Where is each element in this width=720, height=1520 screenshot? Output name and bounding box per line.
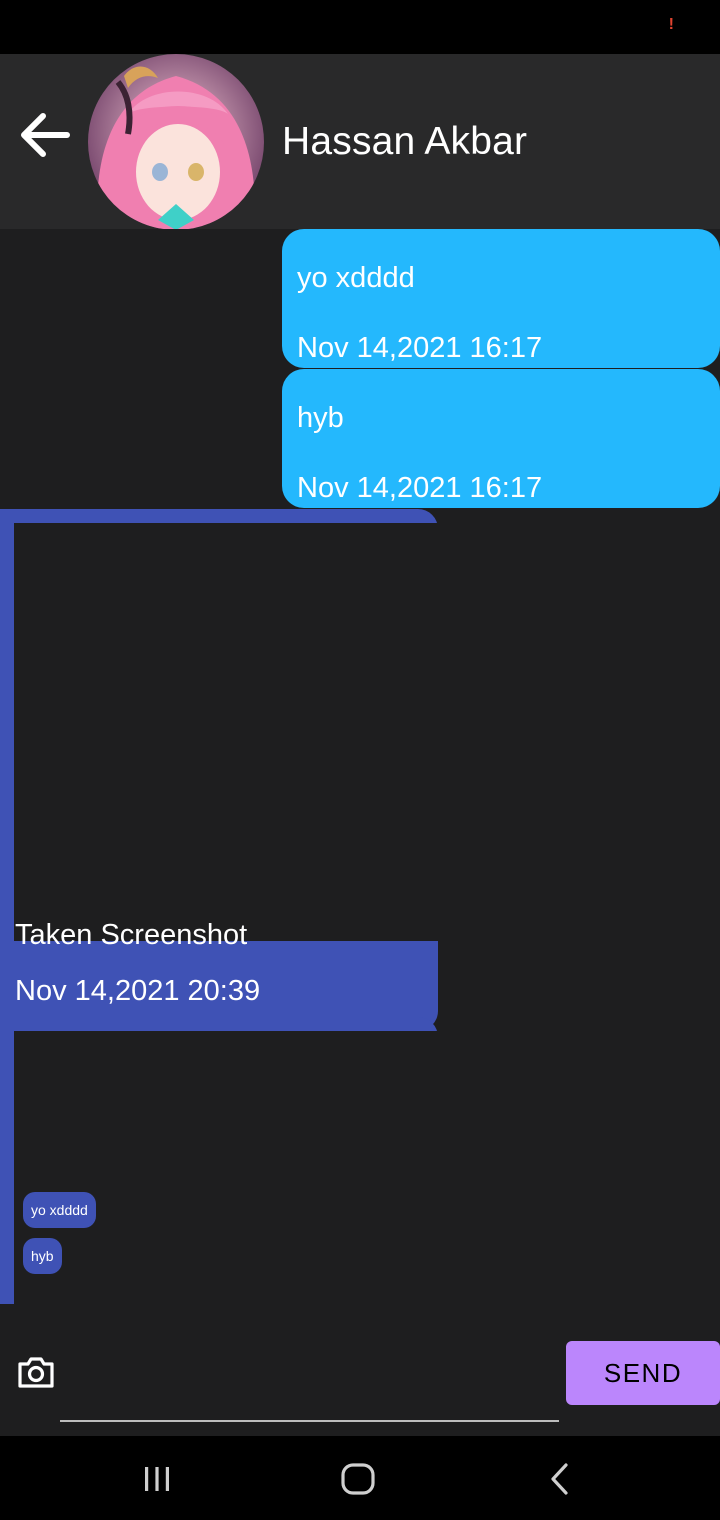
message-composer: SEND [0,1304,720,1436]
status-bar: ! [0,0,720,54]
recents-button[interactable] [127,1454,187,1504]
image-preview[interactable]: yo xdddd hyb [14,1031,438,1304]
contact-name: Hassan Akbar [282,120,528,163]
message-timestamp: Nov 14,2021 20:39 [15,975,261,1007]
outgoing-message[interactable]: hyb Nov 14,2021 16:17 [282,369,720,508]
image-preview[interactable] [14,523,438,941]
home-button[interactable] [328,1454,388,1504]
incoming-image-message[interactable]: Taken Screenshot Nov 14,2021 20:39 [0,509,438,1031]
nav-back-button[interactable] [530,1454,590,1504]
camera-button[interactable] [14,1350,58,1394]
message-text: yo xdddd [297,262,415,294]
avatar-image [88,54,264,230]
camera-icon [18,1357,54,1388]
preview-chip: yo xdddd [23,1192,96,1228]
system-nav-bar [0,1436,720,1520]
message-input[interactable] [60,1344,559,1422]
image-caption: Taken Screenshot [15,919,248,951]
message-timestamp: Nov 14,2021 16:17 [297,332,543,364]
outgoing-message[interactable]: yo xdddd Nov 14,2021 16:17 [282,229,720,368]
chat-header: Hassan Akbar [0,54,720,230]
message-list[interactable]: yo xdddd Nov 14,2021 16:17 hyb Nov 14,20… [0,229,720,1304]
arrow-left-icon [21,113,70,157]
back-button[interactable] [12,102,78,168]
avatar[interactable] [88,54,264,230]
incoming-image-message[interactable]: yo xdddd hyb [0,1017,438,1304]
alert-icon: ! [668,16,674,33]
message-text: hyb [297,402,344,434]
send-button[interactable]: SEND [566,1341,720,1405]
nav-back-icon [551,1463,568,1495]
recents-icon [145,1467,169,1491]
home-icon [341,1463,375,1495]
preview-chip: hyb [23,1238,62,1274]
message-timestamp: Nov 14,2021 16:17 [297,472,543,504]
